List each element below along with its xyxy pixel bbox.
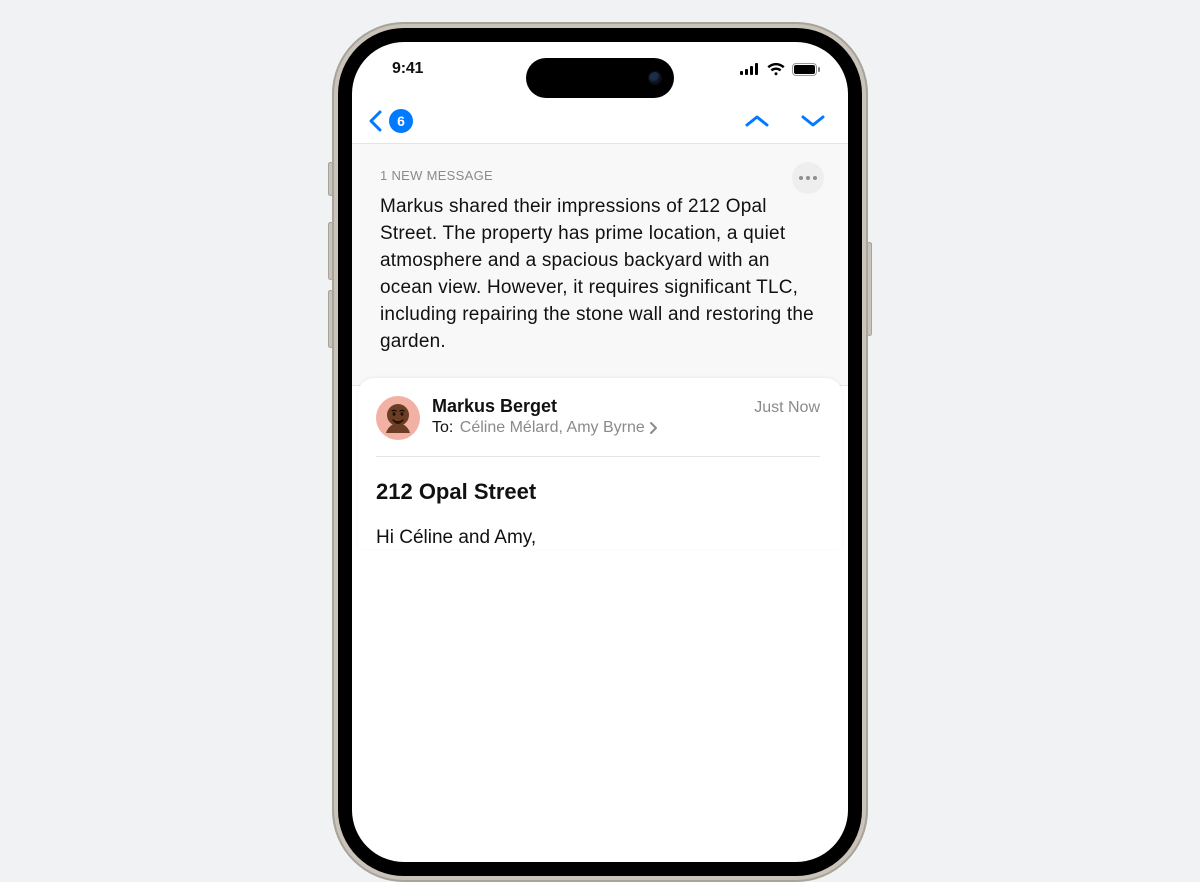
sender-avatar[interactable] [376, 396, 420, 440]
avatar-icon [380, 400, 416, 436]
chevron-left-icon [368, 110, 383, 132]
sender-name[interactable]: Markus Berget [432, 396, 557, 417]
status-icons [740, 63, 820, 76]
to-label: To: [432, 419, 453, 437]
dynamic-island [526, 58, 674, 98]
front-camera-icon [648, 71, 662, 85]
prev-message-button[interactable] [744, 114, 770, 128]
chevron-right-icon [649, 421, 658, 435]
volume-down-button [328, 290, 333, 348]
power-button [867, 242, 872, 336]
screen: 9:41 [352, 42, 848, 862]
summary-more-button[interactable] [792, 162, 824, 194]
volume-up-button [328, 222, 333, 280]
device-bezel: 9:41 [338, 28, 862, 876]
unread-count-badge: 6 [389, 109, 413, 133]
battery-icon [792, 63, 820, 76]
message-summary-card: 1 NEW MESSAGE Markus shared their impres… [352, 144, 848, 386]
recipients-row[interactable]: To: Céline Mélard, Amy Byrne [432, 419, 820, 437]
message-header: Markus Berget Just Now To: Céline Mélard… [376, 396, 820, 440]
summary-body: Markus shared their impressions of 212 O… [380, 193, 820, 355]
iphone-device-frame: 9:41 [332, 22, 868, 882]
summary-header: 1 NEW MESSAGE [380, 168, 820, 183]
cellular-icon [740, 63, 760, 75]
message-body-line: Hi Céline and Amy, [376, 527, 820, 549]
message-timestamp: Just Now [754, 399, 820, 417]
recipients-list: Céline Mélard, Amy Byrne [455, 419, 644, 437]
nav-up-down [744, 114, 826, 128]
divider [376, 456, 820, 457]
nav-bar: 6 [352, 96, 848, 144]
wifi-icon [767, 63, 785, 76]
silence-switch [328, 162, 333, 196]
next-message-button[interactable] [800, 114, 826, 128]
message-subject: 212 Opal Street [376, 479, 820, 505]
message-card: Markus Berget Just Now To: Céline Mélard… [358, 378, 842, 549]
back-button[interactable]: 6 [368, 109, 413, 133]
status-time: 9:41 [392, 60, 423, 78]
